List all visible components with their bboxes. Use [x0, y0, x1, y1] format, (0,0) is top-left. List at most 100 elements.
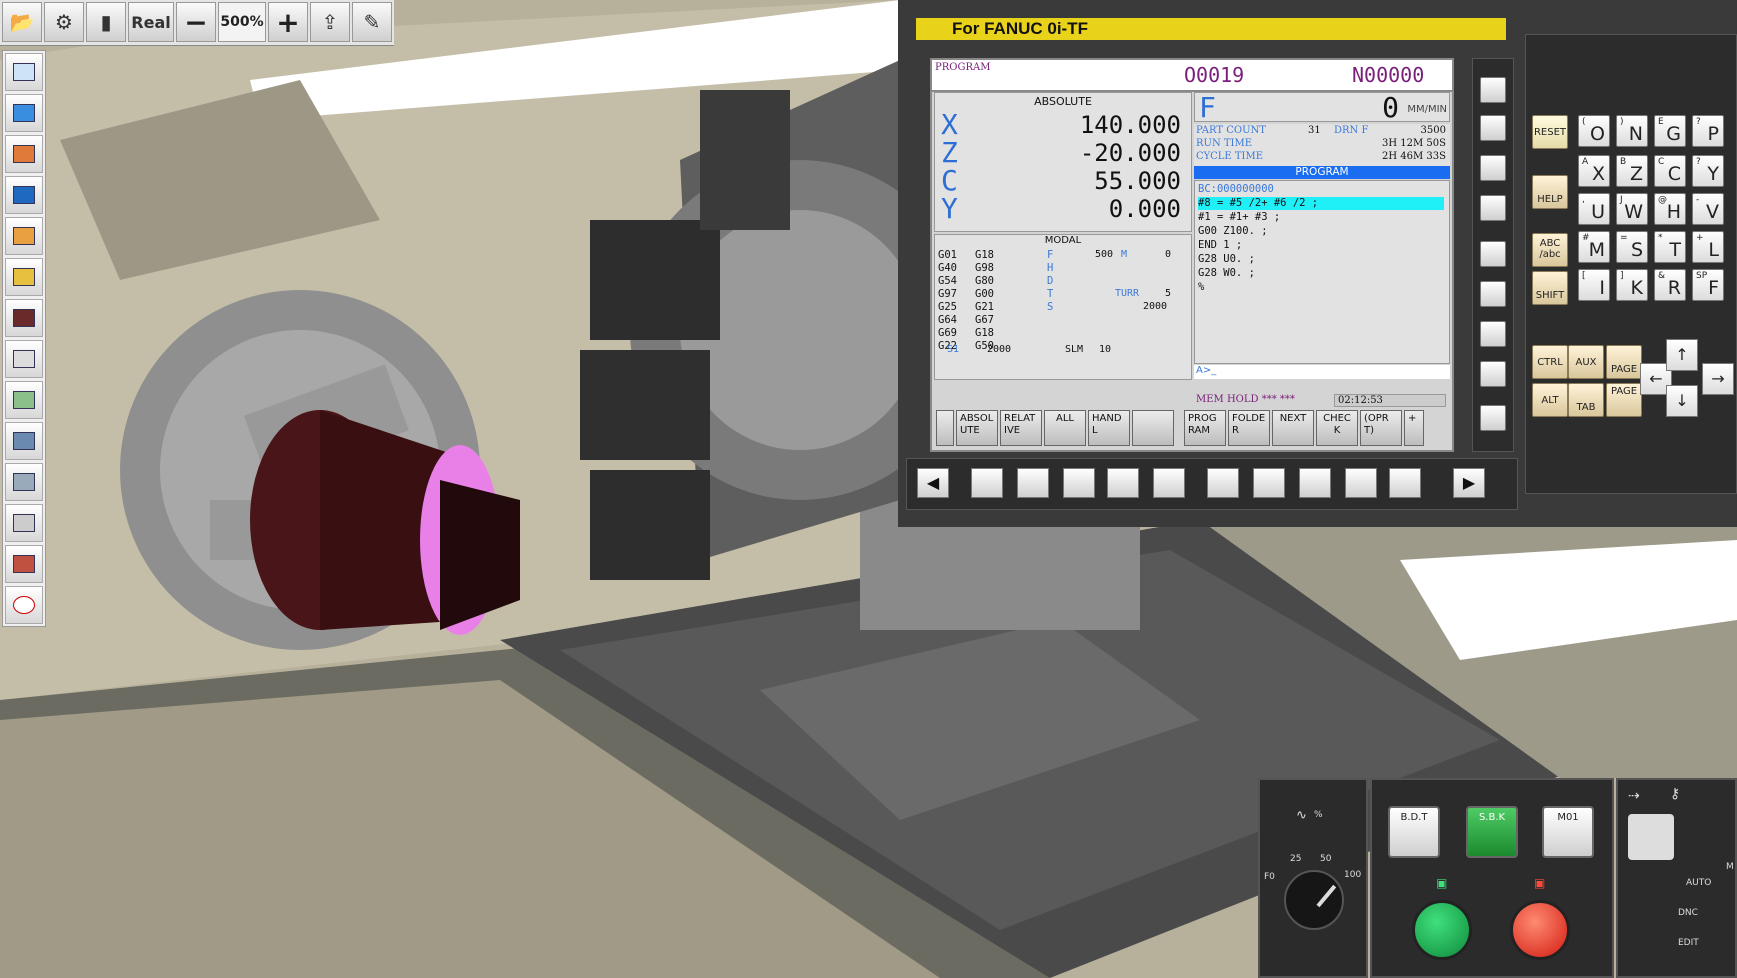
part-icon[interactable]	[5, 545, 43, 583]
view-top-icon[interactable]	[5, 53, 43, 91]
cursor-down-key[interactable]: ↓	[1666, 385, 1698, 417]
softkey-blank[interactable]	[1132, 410, 1174, 446]
softkey-program[interactable]: PROGRAM	[1184, 410, 1226, 446]
key-i[interactable]: [I	[1578, 269, 1610, 301]
softkey-operation[interactable]: (OPRT)	[1360, 410, 1402, 446]
right-arrow-icon[interactable]: ▶	[1453, 468, 1485, 498]
key-o[interactable]: (O	[1578, 115, 1610, 147]
bottom-button[interactable]	[1299, 468, 1331, 498]
bottom-button[interactable]	[1253, 468, 1285, 498]
key-r[interactable]: & R	[1654, 269, 1686, 301]
key-x[interactable]: AX	[1578, 155, 1610, 187]
feed-override-dial[interactable]	[1284, 870, 1344, 930]
left-arrow-icon[interactable]: ◀	[917, 468, 949, 498]
axis-label: Z	[941, 136, 958, 169]
feed-hold-button[interactable]	[1510, 900, 1570, 960]
view-iso-icon[interactable]	[5, 176, 43, 214]
side-button[interactable]	[1480, 361, 1506, 387]
cursor-up-key[interactable]: ↑	[1666, 339, 1698, 371]
softkey-folder[interactable]: FOLDER	[1228, 410, 1270, 446]
bottom-button[interactable]	[1063, 468, 1095, 498]
side-button[interactable]	[1480, 115, 1506, 141]
softkey-all[interactable]: ALL	[1044, 410, 1086, 446]
key-z[interactable]: BZ	[1616, 155, 1648, 187]
softkey-absolute[interactable]: ABSOLUTE	[956, 410, 998, 446]
stock-icon[interactable]	[5, 299, 43, 337]
bottom-button[interactable]	[971, 468, 1003, 498]
shift-key[interactable]: SHIFT	[1532, 271, 1568, 305]
page-up-key[interactable]: PAGE	[1606, 345, 1642, 379]
chuck-view-icon[interactable]: ⚙	[44, 2, 84, 42]
side-button[interactable]	[1480, 321, 1506, 347]
side-button[interactable]	[1480, 77, 1506, 103]
single-block-button[interactable]: S.B.K	[1466, 806, 1518, 858]
real-speed-button[interactable]: Real	[128, 2, 174, 42]
cylinder-view-icon[interactable]: ▮	[86, 2, 126, 42]
key-f[interactable]: SP F	[1692, 269, 1724, 301]
zoom-out-button[interactable]: −	[176, 2, 216, 42]
key-p[interactable]: ? P	[1692, 115, 1724, 147]
key-v[interactable]: -V	[1692, 193, 1724, 225]
softkey-return[interactable]	[936, 410, 954, 446]
door-open-icon[interactable]: ⇪	[310, 2, 350, 42]
bottom-button[interactable]	[1389, 468, 1421, 498]
help-key[interactable]: HELP	[1532, 175, 1568, 209]
zoom-in-button[interactable]: +	[268, 2, 308, 42]
softkey-check[interactable]: CHECK	[1316, 410, 1358, 446]
softkey-relative[interactable]: RELATIVE	[1000, 410, 1042, 446]
left-toolbar	[2, 50, 46, 627]
key-t[interactable]: * T	[1654, 231, 1686, 263]
key-y[interactable]: ? Y	[1692, 155, 1724, 187]
no-collision-icon[interactable]	[5, 586, 43, 624]
alt-key[interactable]: ALT	[1532, 383, 1568, 417]
cross-section-icon[interactable]	[5, 422, 43, 460]
cursor-right-key[interactable]: →	[1702, 363, 1734, 395]
side-button[interactable]	[1480, 241, 1506, 267]
tool-offset-icon[interactable]	[5, 463, 43, 501]
optional-stop-button[interactable]: M01	[1542, 806, 1594, 858]
block-delete-button[interactable]: B.D.T	[1388, 806, 1440, 858]
program-listing[interactable]: BC:000000000 #8 = #5 /2+ #6 /2 ; #1 = #1…	[1194, 180, 1450, 364]
open-file-icon[interactable]: 📂	[2, 2, 42, 42]
bottom-button[interactable]	[1107, 468, 1139, 498]
key-u[interactable]: ,U	[1578, 193, 1610, 225]
view-front-icon[interactable]	[5, 94, 43, 132]
side-button[interactable]	[1480, 405, 1506, 431]
bottom-button[interactable]	[1207, 468, 1239, 498]
toolpath-icon[interactable]	[5, 381, 43, 419]
tab-key[interactable]: TAB	[1568, 383, 1604, 417]
key-h[interactable]: @ H	[1654, 193, 1686, 225]
key-n[interactable]: ) N	[1616, 115, 1648, 147]
bottom-button[interactable]	[1153, 468, 1185, 498]
side-button[interactable]	[1480, 195, 1506, 221]
bottom-button[interactable]	[1017, 468, 1049, 498]
axis-xyz-icon[interactable]	[5, 340, 43, 378]
reset-key[interactable]: RESET	[1532, 115, 1568, 149]
key-l[interactable]: + L	[1692, 231, 1724, 263]
mode-dial-icon[interactable]	[1628, 814, 1674, 860]
bottom-button[interactable]	[1345, 468, 1377, 498]
side-button[interactable]	[1480, 155, 1506, 181]
key-m[interactable]: # M	[1578, 231, 1610, 263]
softkey-more[interactable]: +	[1404, 410, 1424, 446]
page-down-key[interactable]: PAGE	[1606, 383, 1642, 417]
cycle-start-button[interactable]	[1412, 900, 1472, 960]
view-side-icon[interactable]	[5, 135, 43, 173]
input-prompt[interactable]: A>_	[1194, 365, 1450, 379]
key-s[interactable]: = S	[1616, 231, 1648, 263]
side-button[interactable]	[1480, 281, 1506, 307]
key-g[interactable]: EG	[1654, 115, 1686, 147]
key-w[interactable]: JW	[1616, 193, 1648, 225]
caliper-icon[interactable]	[5, 504, 43, 542]
ctrl-key[interactable]: CTRL	[1532, 345, 1568, 379]
key-k[interactable]: ] K	[1616, 269, 1648, 301]
abc-key[interactable]: ABC /abc	[1532, 233, 1568, 267]
measure-tool-icon[interactable]: ✎	[352, 2, 392, 42]
machine-view-icon[interactable]	[5, 217, 43, 255]
program-line: BC:000000000	[1198, 183, 1274, 195]
aux-key[interactable]: AUX	[1568, 345, 1604, 379]
softkey-next[interactable]: NEXT	[1272, 410, 1314, 446]
softkey-handle[interactable]: HANDL	[1088, 410, 1130, 446]
key-c[interactable]: CC	[1654, 155, 1686, 187]
workpiece-view-icon[interactable]	[5, 258, 43, 296]
